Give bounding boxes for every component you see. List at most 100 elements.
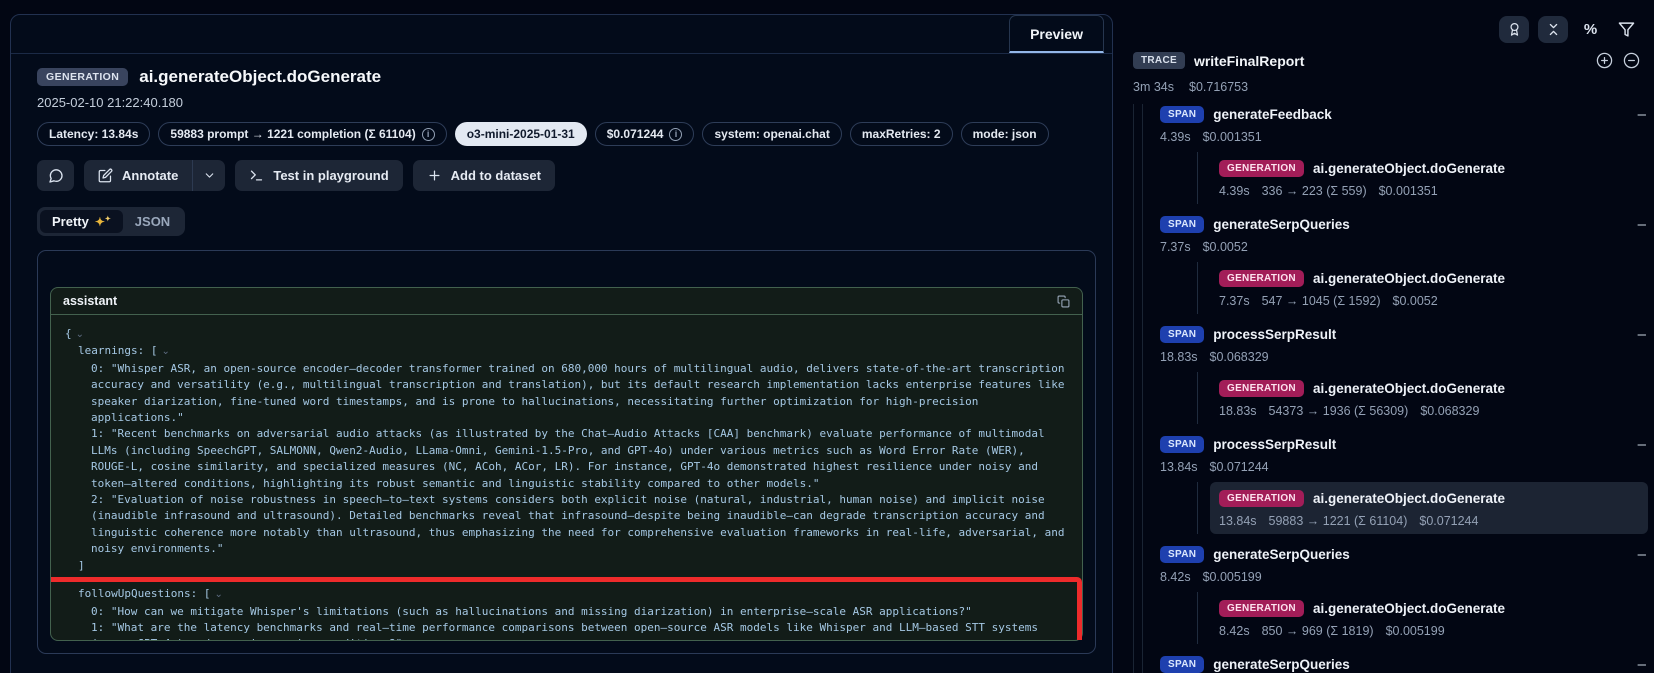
generation-type-badge: GENERATION: [1219, 600, 1304, 617]
annotate-button[interactable]: Annotate: [84, 160, 192, 191]
percent-metrics-icon[interactable]: %: [1577, 17, 1604, 43]
copy-icon[interactable]: [1057, 295, 1070, 308]
timestamp: 2025-02-10 21:22:40.180: [37, 95, 1096, 110]
span-type-badge: SPAN: [1160, 546, 1204, 563]
generation-type-badge: GENERATION: [1219, 270, 1304, 287]
observation-name: ai.generateObject.doGenerate: [1313, 161, 1505, 176]
sidebar-generation-row[interactable]: GENERATION ai.generateObject.doGenerate …: [1210, 152, 1648, 204]
toggle-json[interactable]: JSON: [123, 210, 182, 233]
annotation-award-icon[interactable]: [1499, 16, 1529, 43]
filter-icon[interactable]: [1613, 17, 1640, 43]
plus-icon: [427, 168, 442, 183]
collapse-minus-icon[interactable]: –: [1638, 657, 1648, 672]
sidebar-generation-row[interactable]: GENERATION ai.generateObject.doGenerate …: [1210, 372, 1648, 424]
assistant-message-header: assistant: [51, 288, 1082, 315]
meta-pill[interactable]: Latency: 13.84s: [37, 122, 150, 146]
observation-type-badge: GENERATION: [37, 68, 128, 86]
tab-preview[interactable]: Preview: [1009, 15, 1104, 53]
meta-pill[interactable]: mode: json: [961, 122, 1049, 146]
tree-item: SPAN generateSerpQueries – 8.42s$0.00519…: [1133, 544, 1648, 644]
observation-metrics: 18.83s54373 → 1936 (Σ 56309)$0.068329: [1219, 404, 1639, 418]
observation-name: generateSerpQueries: [1213, 657, 1350, 672]
comment-button[interactable]: [37, 160, 74, 191]
meta-pill[interactable]: system: openai.chat: [702, 122, 841, 146]
message-content-json: {⌄learnings: [⌄0: "Whisper ASR, an open-…: [51, 315, 1082, 640]
chevron-down-icon: [203, 169, 216, 182]
code-line: learnings: [⌄: [65, 343, 1068, 360]
observation-metrics: 8.42s$0.005199: [1133, 570, 1648, 584]
meta-pill[interactable]: $0.071244i: [595, 122, 695, 146]
sidebar-span-row[interactable]: SPAN generateSerpQueries –: [1133, 214, 1648, 235]
sidebar-generation-row[interactable]: GENERATION ai.generateObject.doGenerate …: [1210, 262, 1648, 314]
observation-name: ai.generateObject.doGenerate: [1313, 381, 1505, 396]
sidebar-generation-row[interactable]: GENERATION ai.generateObject.doGenerate …: [1210, 592, 1648, 644]
code-line: 1: "What are the latency benchmarks and …: [65, 620, 1068, 640]
trace-row[interactable]: TRACE writeFinalReport: [1133, 52, 1640, 69]
json-collapse-chevron-icon[interactable]: ⌄: [76, 329, 84, 340]
pill-label: mode: json: [973, 127, 1037, 141]
message-role-label: assistant: [63, 294, 117, 308]
sparkles-icon: ✦✦: [95, 216, 111, 228]
generation-type-badge: GENERATION: [1219, 490, 1304, 507]
sidebar-span-row[interactable]: SPAN processSerpResult –: [1133, 434, 1648, 455]
collapse-minus-icon[interactable]: –: [1638, 327, 1648, 342]
observation-metrics: 18.83s$0.068329: [1133, 350, 1648, 364]
sidebar-span-row[interactable]: SPAN generateFeedback –: [1133, 104, 1648, 125]
tree-item: SPAN processSerpResult – 13.84s$0.071244…: [1133, 434, 1648, 534]
sidebar-span-row[interactable]: SPAN generateSerpQueries –: [1133, 544, 1648, 565]
speech-bubble-icon: [48, 168, 64, 184]
annotate-dropdown-button[interactable]: [192, 160, 225, 191]
code-line: 1: "Recent benchmarks on adversarial aud…: [65, 426, 1068, 492]
json-collapse-chevron-icon[interactable]: ⌄: [161, 346, 169, 357]
collapse-minus-icon[interactable]: –: [1638, 107, 1648, 122]
trace-name: writeFinalReport: [1194, 53, 1304, 69]
assistant-message-panel: assistant {⌄learnings: [⌄0: "Whisper ASR…: [50, 287, 1083, 641]
sidebar-span-row[interactable]: SPAN processSerpResult –: [1133, 324, 1648, 345]
sidebar-toolbar: %: [1499, 16, 1640, 43]
tab-bar: Preview: [11, 15, 1112, 54]
json-collapse-chevron-icon[interactable]: ⌄: [214, 589, 222, 600]
test-in-playground-button[interactable]: Test in playground: [235, 160, 402, 191]
view-toggle: Pretty ✦✦ JSON: [37, 207, 185, 236]
trace-cost: $0.716753: [1189, 80, 1248, 94]
expand-all-plus-icon[interactable]: [1596, 52, 1613, 69]
collapse-all-minus-icon[interactable]: [1623, 52, 1640, 69]
annotate-split-button: Annotate: [84, 160, 225, 191]
observation-name: processSerpResult: [1213, 327, 1336, 342]
metadata-pills: Latency: 13.84s 59883 prompt → 1221 compl…: [37, 122, 1096, 146]
meta-pill[interactable]: maxRetries: 2: [850, 122, 953, 146]
observation-metrics: 7.37s$0.0052: [1133, 240, 1648, 254]
tree-child-wrap: GENERATION ai.generateObject.doGenerate …: [1197, 592, 1648, 644]
span-type-badge: SPAN: [1160, 216, 1204, 233]
tree-child-wrap: GENERATION ai.generateObject.doGenerate …: [1197, 152, 1648, 204]
collapse-minus-icon[interactable]: –: [1638, 217, 1648, 232]
sidebar-span-row[interactable]: SPAN generateSerpQueries –: [1133, 654, 1648, 673]
trace-actions: [1596, 52, 1640, 69]
preview-panel: Preview GENERATION ai.generateObject.doG…: [10, 14, 1113, 673]
meta-pill[interactable]: 59883 prompt → 1221 completion (Σ 61104)…: [158, 122, 446, 146]
observation-name: ai.generateObject.doGenerate: [1313, 491, 1505, 506]
observation-metrics: 4.39s$0.001351: [1133, 130, 1648, 144]
code-line: followUpQuestions: [⌄: [65, 586, 1068, 603]
add-to-dataset-button[interactable]: Add to dataset: [413, 160, 555, 191]
observation-name: ai.generateObject.doGenerate: [1313, 601, 1505, 616]
span-type-badge: SPAN: [1160, 656, 1204, 673]
toggle-pretty[interactable]: Pretty ✦✦: [40, 210, 123, 233]
tree-child-wrap: GENERATION ai.generateObject.doGenerate …: [1197, 262, 1648, 314]
collapse-minus-icon[interactable]: –: [1638, 547, 1648, 562]
pill-label: o3-mini-2025-01-31: [467, 127, 575, 141]
trace-duration: 3m 34s: [1133, 80, 1174, 94]
observation-metrics: 4.39s336 → 223 (Σ 559)$0.001351: [1219, 184, 1639, 198]
span-type-badge: SPAN: [1160, 436, 1204, 453]
sidebar-generation-row[interactable]: GENERATION ai.generateObject.doGenerate …: [1210, 482, 1648, 534]
collapse-all-icon[interactable]: [1538, 16, 1568, 43]
info-icon: i: [422, 128, 435, 141]
trace-type-badge: TRACE: [1133, 52, 1185, 69]
tree-child-wrap: GENERATION ai.generateObject.doGenerate …: [1197, 482, 1648, 534]
model-pill[interactable]: o3-mini-2025-01-31: [455, 122, 587, 146]
observation-name: processSerpResult: [1213, 437, 1336, 452]
collapse-minus-icon[interactable]: –: [1638, 437, 1648, 452]
span-type-badge: SPAN: [1160, 106, 1204, 123]
code-line: 0: "Whisper ASR, an open-source encoder–…: [65, 361, 1068, 427]
pill-label: 59883 prompt → 1221 completion (Σ 61104): [170, 127, 415, 141]
